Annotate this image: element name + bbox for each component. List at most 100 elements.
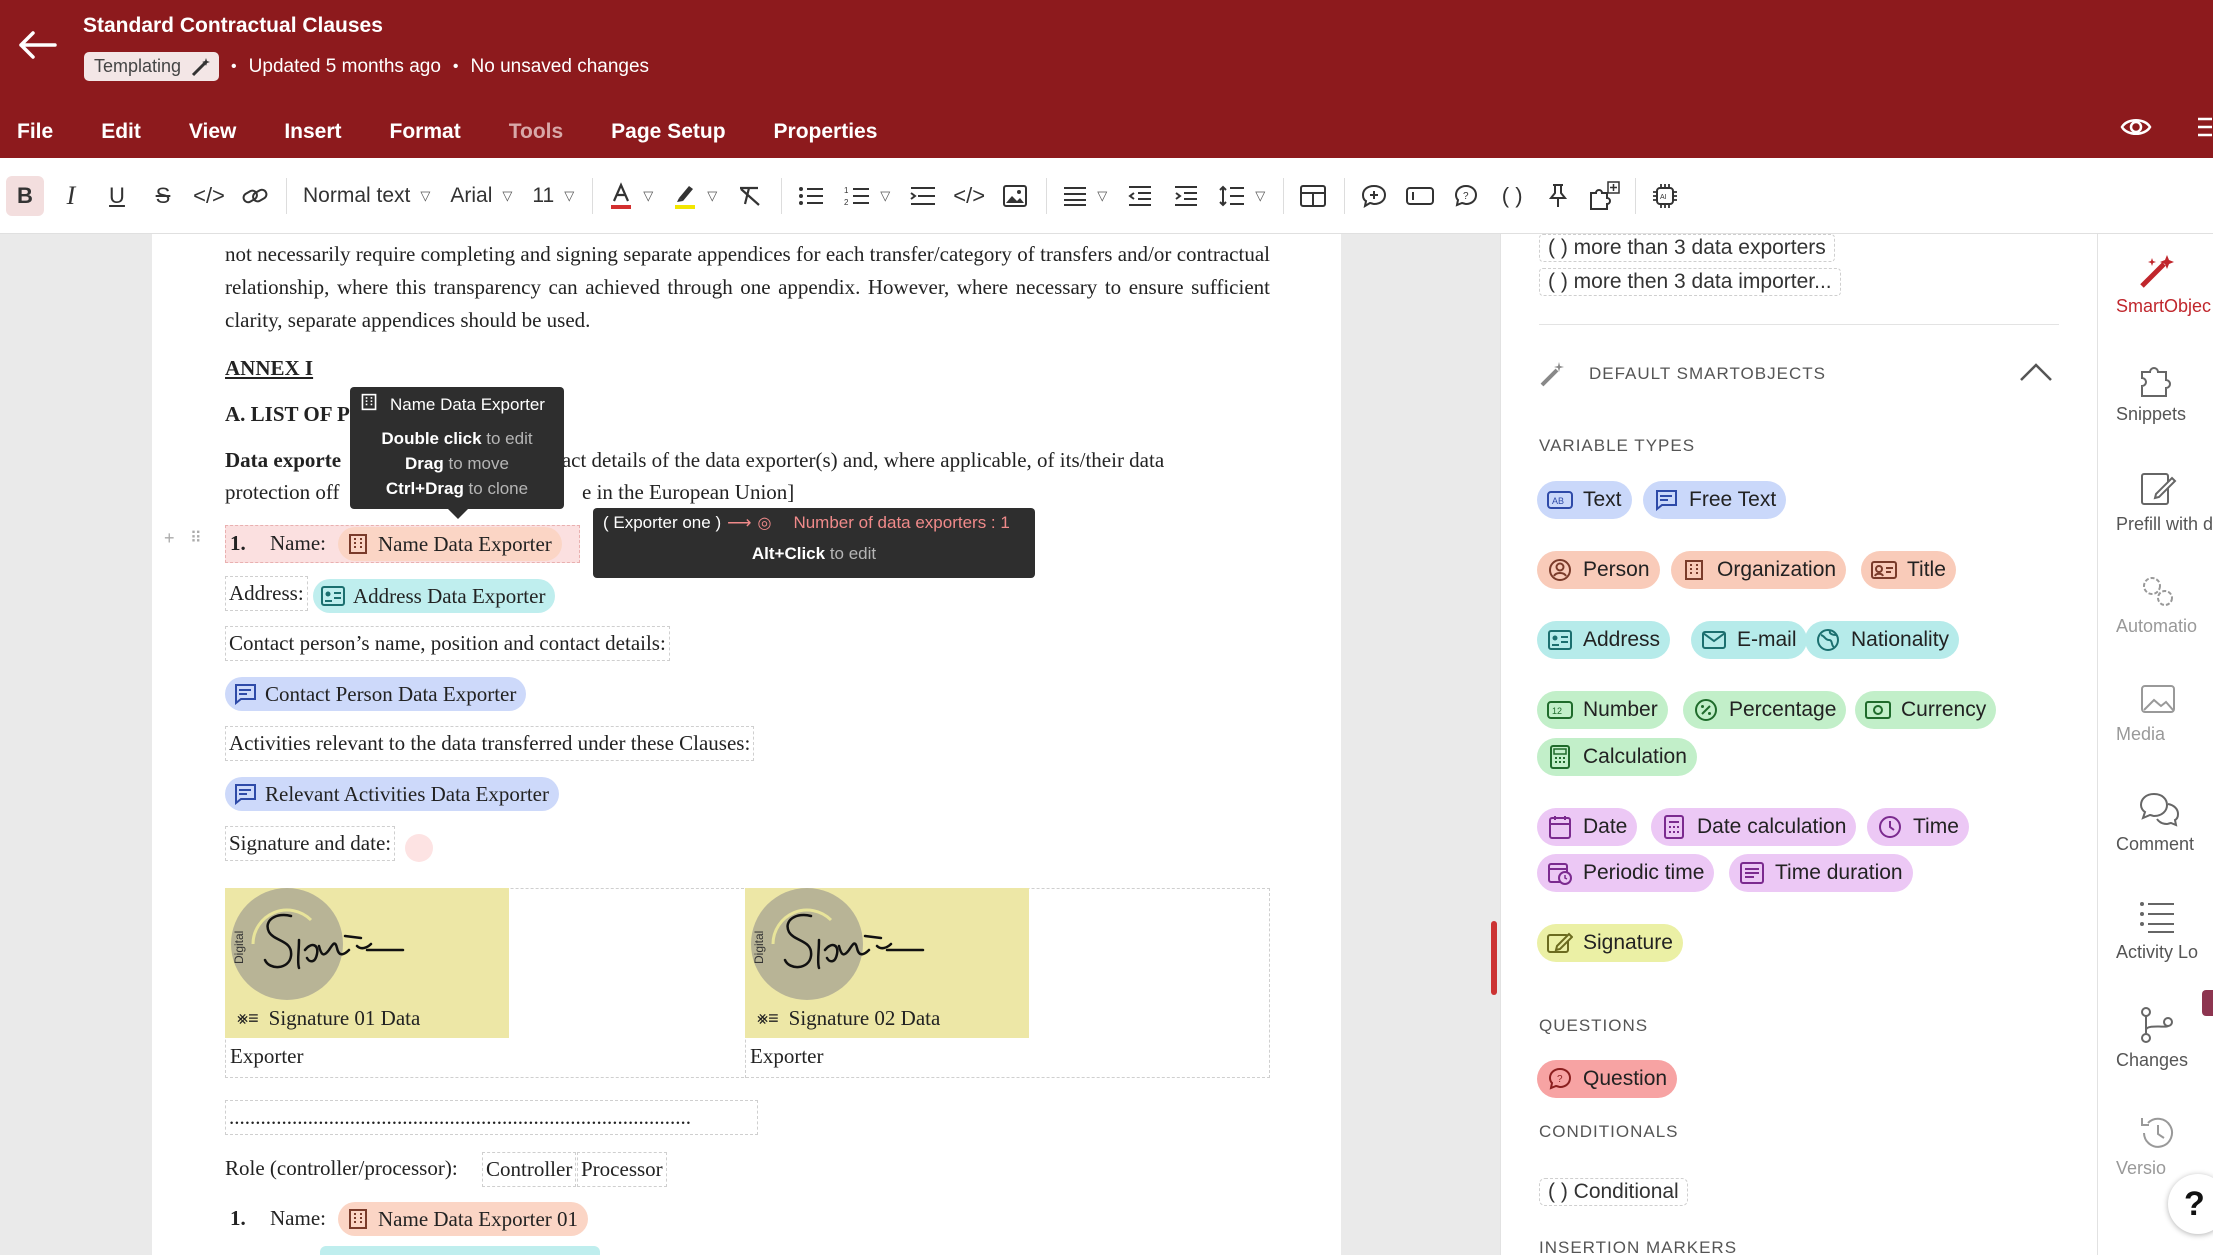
pill-text[interactable]: AB Text [1537, 481, 1632, 519]
strikethrough-button[interactable]: S [144, 176, 182, 216]
menu-view[interactable]: View [172, 120, 253, 144]
edit-document-icon [2141, 473, 2177, 505]
rail-automation[interactable]: Automatio [2098, 572, 2213, 637]
highlight-button[interactable]: ▽ [667, 176, 723, 216]
smartobject-name-data-exporter-01[interactable]: Name Data Exporter 01 [338, 1202, 589, 1236]
pin-button[interactable] [1539, 176, 1577, 216]
pill-number[interactable]: 12 Number [1537, 691, 1668, 729]
collapse-section-button[interactable] [2019, 362, 2053, 387]
conditional-button[interactable]: ( ) [1493, 176, 1531, 216]
link-button[interactable] [236, 176, 274, 216]
pill-time-duration[interactable]: Time duration [1729, 854, 1913, 892]
bold-button[interactable]: B [6, 175, 44, 216]
menu-file[interactable]: File [0, 120, 70, 144]
branch-icon [2141, 1007, 2173, 1043]
menu-format[interactable]: Format [373, 120, 478, 144]
role-controller[interactable]: Controller [482, 1152, 577, 1187]
pill-signature[interactable]: Signature [1537, 924, 1683, 962]
signature-image: Digital [231, 888, 405, 1000]
add-block-handle[interactable]: + [164, 522, 175, 555]
menu-page-setup[interactable]: Page Setup [594, 120, 742, 144]
outdent-button[interactable] [1121, 176, 1159, 216]
option-more-importers[interactable]: ( ) more then 3 data importer... [1539, 268, 1841, 296]
pill-label: Nationality [1851, 628, 1950, 651]
rail-comments[interactable]: Comment [2098, 790, 2213, 855]
rail-prefill[interactable]: Prefill with d [2098, 470, 2213, 535]
signature-02-smartobject[interactable]: Digital ⨳≡ Signature 02 Data [745, 888, 1029, 1038]
pill-person[interactable]: Person [1537, 551, 1660, 589]
pill-organization[interactable]: Organization [1671, 551, 1847, 589]
conditional-item[interactable]: ( ) Conditional [1539, 1178, 1688, 1206]
pill-currency[interactable]: Currency [1855, 691, 1997, 729]
dotted-signature-line: ........................................… [225, 1100, 758, 1135]
underline-icon: U [109, 182, 125, 208]
add-comment-button[interactable] [1355, 176, 1393, 216]
question-button[interactable]: ? [1447, 176, 1485, 216]
pill-title[interactable]: Title [1861, 551, 1956, 589]
text-style-dropdown[interactable]: Normal text ▽ [297, 176, 436, 216]
line-spacing-dropdown[interactable]: ▽ [1213, 176, 1271, 216]
field-button[interactable] [1401, 176, 1439, 216]
clear-format-button[interactable] [731, 176, 769, 216]
pill-question[interactable]: ? Question [1537, 1060, 1678, 1098]
address-card-icon [1547, 627, 1573, 653]
menu-properties[interactable]: Properties [757, 120, 895, 144]
smartobject-name-data-exporter[interactable]: Name Data Exporter [338, 527, 562, 561]
pill-calculation[interactable]: Calculation [1537, 738, 1697, 776]
underline-button[interactable]: U [98, 176, 136, 216]
rail-snippets[interactable]: Snippets [2098, 360, 2213, 425]
conditionals-header: CONDITIONALS [1539, 1122, 1679, 1141]
rail-versions[interactable]: Versio [2098, 1114, 2213, 1179]
menu-tools[interactable]: Tools [492, 120, 580, 144]
role-processor[interactable]: Processor [577, 1152, 667, 1187]
id-badge-icon [1871, 557, 1897, 583]
menu-insert[interactable]: Insert [267, 120, 358, 144]
signature-01-smartobject[interactable]: Digital ⨳≡ Signature 01 Data [225, 888, 509, 1038]
font-family-dropdown[interactable]: Arial ▽ [444, 176, 518, 216]
help-button[interactable]: ? [2168, 1174, 2213, 1234]
text-color-button[interactable]: ▽ [603, 176, 659, 216]
pill-date[interactable]: Date [1537, 808, 1638, 846]
pill-date-calculation[interactable]: Date calculation [1651, 808, 1857, 846]
pill-nationality[interactable]: Nationality [1805, 621, 1960, 659]
pill-percentage[interactable]: Percentage [1683, 691, 1847, 729]
pill-email[interactable]: E-mail [1691, 621, 1807, 659]
smartobject-contact-person-data-exporter[interactable]: Contact Person Data Exporter [225, 677, 527, 711]
image-button[interactable] [996, 176, 1034, 216]
bullet-list-button[interactable] [792, 176, 830, 216]
font-size-dropdown[interactable]: 11 ▽ [526, 176, 580, 216]
numbered-list-button[interactable]: 12 ▽ [838, 176, 896, 216]
add-snippet-button[interactable] [1585, 176, 1623, 216]
smartobject-relevant-activities-data-exporter[interactable]: Relevant Activities Data Exporter [225, 777, 559, 811]
rail-changes[interactable]: Changes [2098, 1006, 2213, 1071]
pill-periodic-time[interactable]: Periodic time [1537, 854, 1715, 892]
drag-handle-icon[interactable]: ⠿ [190, 522, 202, 555]
align-dropdown[interactable]: ▽ [1057, 176, 1113, 216]
rail-label: Changes [2116, 1050, 2189, 1070]
indent-list-button[interactable] [904, 176, 942, 216]
pill-time[interactable]: Time [1867, 808, 1969, 846]
table-button[interactable] [1294, 176, 1332, 216]
preview-button[interactable] [2120, 114, 2152, 145]
code-block-button[interactable]: </> [950, 176, 988, 216]
templating-badge[interactable]: Templating [84, 52, 220, 81]
person-icon [1547, 557, 1573, 583]
rail-label: Snippets [2116, 404, 2187, 424]
more-menu-button[interactable] [2198, 116, 2212, 143]
rail-smartobjects[interactable]: SmartObjec [2098, 252, 2213, 317]
option-more-exporters[interactable]: ( ) more than 3 data exporters [1539, 234, 1835, 262]
pill-address[interactable]: Address [1537, 621, 1671, 659]
rail-media[interactable]: Media [2098, 680, 2213, 745]
document-title: Standard Contractual Clauses [83, 14, 383, 37]
italic-button[interactable]: I [52, 176, 90, 216]
pill-free-text[interactable]: Free Text [1643, 481, 1787, 519]
indent-button[interactable] [1167, 176, 1205, 216]
menu-edit[interactable]: Edit [84, 120, 158, 144]
editor-canvas: not necessarily require completing and s… [0, 234, 1500, 1255]
rail-activity-log[interactable]: Activity Lo [2098, 898, 2213, 963]
scrollbar-marker[interactable] [1491, 921, 1497, 995]
smartobject-address-data-exporter[interactable]: Address Data Exporter [313, 579, 556, 613]
ai-assistant-button[interactable]: AI [1646, 176, 1684, 216]
back-button[interactable] [14, 22, 60, 68]
inline-code-button[interactable]: </> [190, 176, 228, 216]
